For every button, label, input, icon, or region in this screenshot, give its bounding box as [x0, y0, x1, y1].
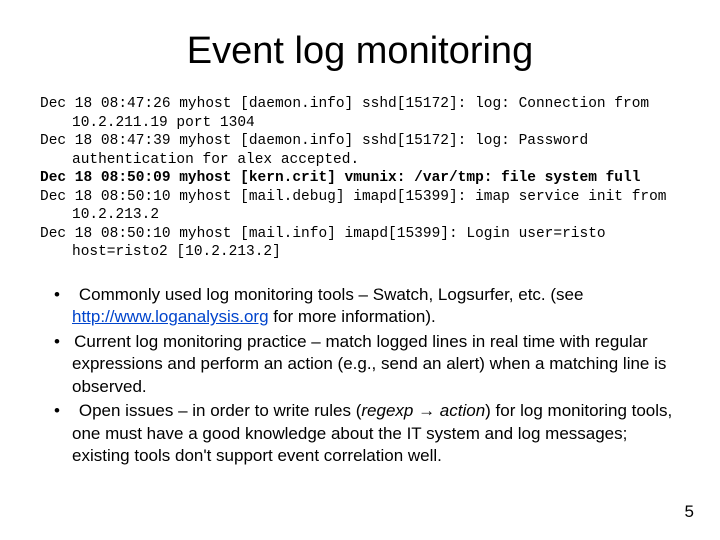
log-block: Dec 18 08:47:26 myhost [daemon.info] ssh… [40, 95, 680, 262]
bullet-text: Commonly used log monitoring tools – Swa… [79, 285, 584, 304]
slide: Event log monitoring Dec 18 08:47:26 myh… [0, 0, 720, 540]
page-number: 5 [685, 502, 694, 522]
log-line: Dec 18 08:50:10 myhost [mail.debug] imap… [40, 188, 680, 225]
rule-expression: regexp → action [361, 401, 485, 420]
log-line-critical: Dec 18 08:50:09 myhost [kern.crit] vmuni… [40, 169, 680, 188]
loganalysis-link[interactable]: http://www.loganalysis.org [72, 307, 269, 326]
bullet-item-open-issues: Open issues – in order to write rules (r… [44, 400, 680, 467]
bullet-list: Commonly used log monitoring tools – Swa… [40, 284, 680, 468]
bullet-text: for more information). [269, 307, 436, 326]
log-line: Dec 18 08:47:39 myhost [daemon.info] ssh… [40, 132, 680, 169]
bullet-item-tools: Commonly used log monitoring tools – Swa… [44, 284, 680, 329]
log-line: Dec 18 08:50:10 myhost [mail.info] imapd… [40, 225, 680, 262]
log-line: Dec 18 08:47:26 myhost [daemon.info] ssh… [40, 95, 680, 132]
slide-title: Event log monitoring [40, 30, 680, 73]
bullet-item-practice: Current log monitoring practice – match … [44, 331, 680, 398]
bullet-text: Open issues – in order to write rules ( [79, 401, 362, 420]
